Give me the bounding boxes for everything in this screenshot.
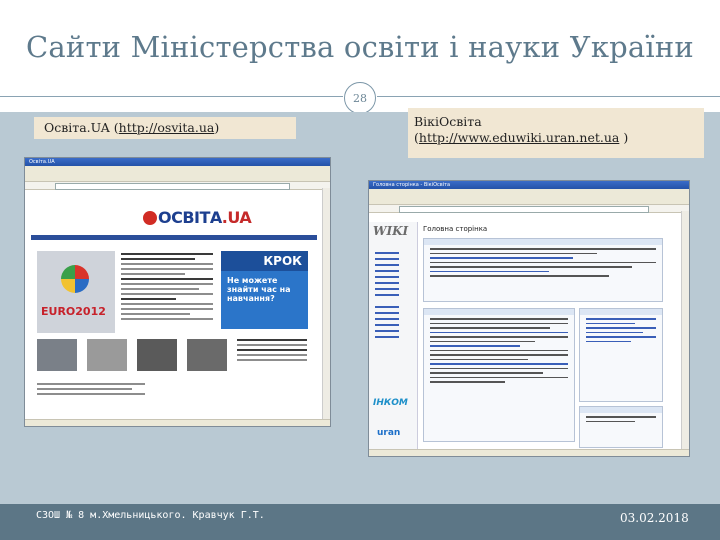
wiki-logo: WIKI xyxy=(373,224,409,238)
osvita-page: ОСВІТА.UA EURO2012 КРОК Не можете знайти… xyxy=(25,199,323,420)
wiki-partners-box xyxy=(579,406,663,448)
osvita-browser-screenshot: Освіта.UA ОСВІТА.UA EURO2012 КРОК Не мож… xyxy=(24,157,331,427)
inkom-logo: ІНКОМ xyxy=(373,398,408,408)
wiki-tools-box xyxy=(579,308,663,402)
eduwiki-caption-title: ВікіОсвіта xyxy=(414,114,482,129)
browser-toolbar xyxy=(369,195,689,205)
browser-scrollbar xyxy=(322,188,330,426)
euro2012-banner: EURO2012 xyxy=(37,251,115,333)
osvita-nav-strip xyxy=(31,235,317,240)
page-number-badge: 28 xyxy=(344,82,376,114)
browser-titlebar: Головна сторінка - ВікіОсвіта xyxy=(369,181,689,189)
eduwiki-link[interactable]: http://www.eduwiki.uran.net.ua xyxy=(419,130,619,145)
news-thumbnails xyxy=(37,339,307,377)
eduwiki-browser-screenshot: Головна сторінка - ВікіОсвіта WIKI ІНКОМ… xyxy=(368,180,690,457)
osvita-logo: ОСВІТА.UA xyxy=(143,208,252,227)
eduwiki-caption-suffix: ) xyxy=(619,130,629,145)
browser-titlebar: Освіта.UA xyxy=(25,158,330,166)
wiki-news-box xyxy=(423,308,575,442)
browser-statusbar xyxy=(369,449,689,456)
title-rule-left xyxy=(0,96,343,97)
title-rule-right xyxy=(377,96,720,97)
browser-scrollbar xyxy=(681,211,689,456)
news-text-block xyxy=(121,253,213,323)
krok-ad-banner: КРОК Не можете знайти час на навчання? xyxy=(221,251,308,329)
eduwiki-page: WIKI ІНКОМ uran Головна сторінка xyxy=(369,222,682,450)
browser-address-bar xyxy=(25,182,330,190)
wiki-sidebar: WIKI ІНКОМ uran xyxy=(369,222,418,450)
uran-logo: uran xyxy=(377,428,401,438)
osvita-link[interactable]: http://osvita.ua xyxy=(119,120,215,135)
osvita-caption-suffix: ) xyxy=(214,120,220,135)
footer-author: СЗОШ № 8 м.Хмельницького. Кравчук Г.Т. xyxy=(36,510,265,521)
osvita-caption: Освіта.UA (http://osvita.ua) xyxy=(34,117,296,139)
browser-address-bar xyxy=(369,205,689,213)
browser-toolbar xyxy=(25,172,330,182)
osvita-caption-prefix: Освіта.UA ( xyxy=(44,120,119,135)
euro-text: EURO2012 xyxy=(41,305,106,318)
wiki-intro-box xyxy=(423,238,663,302)
slide-title: Сайти Міністерства освіти і науки Україн… xyxy=(26,30,694,64)
footer-date: 03.02.2018 xyxy=(620,511,689,525)
browser-statusbar xyxy=(25,419,330,426)
euro-ball-icon xyxy=(61,265,89,293)
wiki-page-heading: Головна сторінка xyxy=(423,225,488,233)
eduwiki-caption: ВікіОсвіта (http://www.eduwiki.uran.net.u… xyxy=(408,108,704,158)
news-bottom-text xyxy=(37,383,307,398)
